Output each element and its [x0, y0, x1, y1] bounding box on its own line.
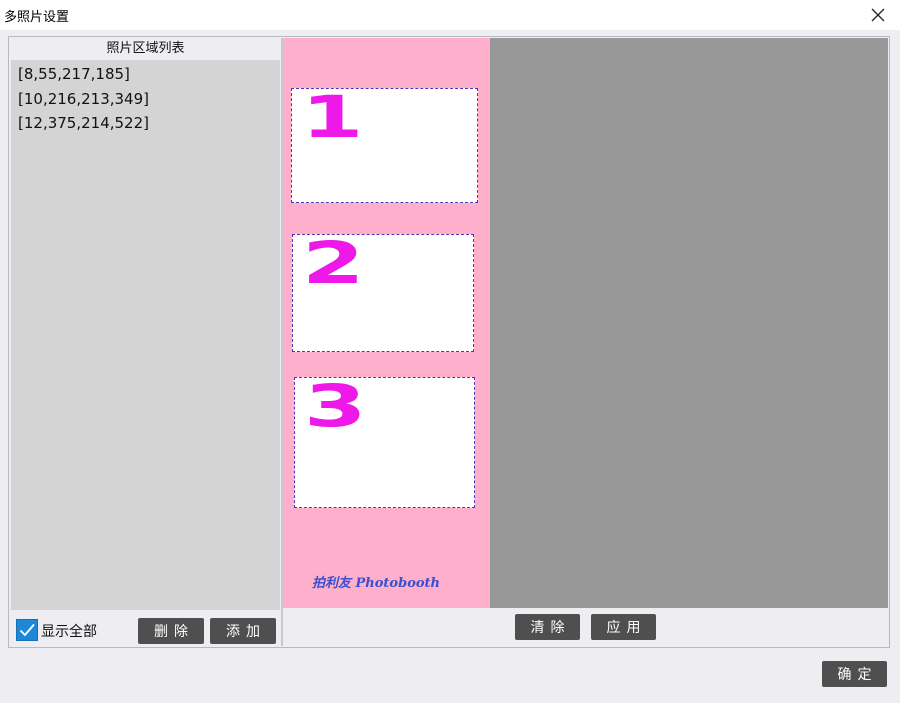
add-button[interactable]: 添加 — [210, 618, 276, 644]
show-all-label: 显示全部 — [41, 624, 97, 640]
region-list: [8,55,217,185] [10,216,213,349] [12,375,… — [14, 63, 278, 137]
region-list-header: 照片区域列表 — [11, 38, 280, 60]
confirm-button[interactable]: 确定 — [822, 661, 887, 687]
close-icon — [871, 8, 885, 22]
title-bar: 多照片设置 — [0, 0, 900, 30]
photo-slot-1[interactable]: 1 — [291, 88, 478, 203]
show-all-checkbox[interactable] — [16, 619, 38, 641]
close-button[interactable] — [856, 0, 900, 30]
list-item[interactable]: [8,55,217,185] — [14, 63, 278, 88]
checkmark-icon — [19, 623, 35, 637]
delete-button[interactable]: 删除 — [138, 618, 204, 644]
slot-number: 1 — [301, 83, 364, 151]
canvas-background — [490, 38, 888, 608]
clear-button[interactable]: 清除 — [515, 614, 580, 640]
list-item[interactable]: [10,216,213,349] — [14, 88, 278, 113]
photo-slot-2[interactable]: 2 — [292, 234, 474, 352]
photo-slot-3[interactable]: 3 — [294, 377, 475, 508]
slot-number: 3 — [304, 372, 367, 440]
list-item[interactable]: [12,375,214,522] — [14, 112, 278, 137]
window-title: 多照片设置 — [4, 10, 70, 25]
slot-number: 2 — [302, 229, 365, 297]
brand-watermark: 拍利友 Photobooth — [312, 576, 440, 591]
apply-button[interactable]: 应用 — [591, 614, 656, 640]
